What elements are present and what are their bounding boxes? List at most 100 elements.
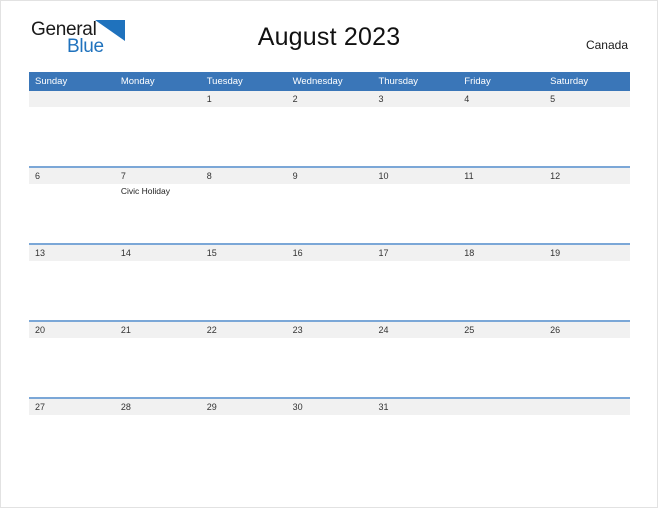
day-number[interactable]: 4 (458, 91, 544, 107)
day-cell[interactable] (458, 184, 544, 241)
day-number[interactable]: 18 (458, 245, 544, 261)
day-number[interactable]: 31 (372, 399, 458, 415)
day-cell[interactable] (287, 415, 373, 472)
day-cell[interactable] (372, 338, 458, 395)
day-cell[interactable] (201, 338, 287, 395)
day-number[interactable]: 29 (201, 399, 287, 415)
day-cell[interactable] (29, 338, 115, 395)
day-number[interactable]: 27 (29, 399, 115, 415)
country-label: Canada (585, 38, 628, 52)
calendar-week-row: 13 14 15 16 17 18 19 (29, 243, 630, 320)
day-event-band (29, 261, 630, 318)
day-cell[interactable] (372, 184, 458, 241)
day-number[interactable]: 10 (372, 168, 458, 184)
day-number[interactable]: 9 (287, 168, 373, 184)
weekday-header-sunday: Sunday (35, 76, 68, 87)
weekday-header-saturday: Saturday (550, 76, 589, 87)
day-cell (115, 107, 201, 164)
calendar-week-row: 20 21 22 23 24 25 26 (29, 320, 630, 397)
day-number[interactable]: 22 (201, 322, 287, 338)
day-number[interactable]: 5 (544, 91, 630, 107)
day-cell[interactable] (372, 415, 458, 472)
day-cell[interactable] (372, 107, 458, 164)
day-event-band: Civic Holiday (29, 184, 630, 241)
day-number-band: 13 14 15 16 17 18 19 (29, 245, 630, 261)
day-number-band: 27 28 29 30 31 (29, 399, 630, 415)
day-cell[interactable] (115, 415, 201, 472)
day-cell[interactable] (287, 184, 373, 241)
day-number[interactable]: 17 (372, 245, 458, 261)
day-number[interactable]: 11 (458, 168, 544, 184)
day-cell[interactable] (544, 261, 630, 318)
day-number[interactable]: 12 (544, 168, 630, 184)
day-event-label: Civic Holiday (120, 186, 170, 196)
day-number[interactable]: 19 (544, 245, 630, 261)
page-header: General Blue August 2023 Canada (1, 1, 657, 63)
weekday-header-monday: Monday (120, 76, 155, 87)
page-title: August 2023 (257, 23, 401, 51)
day-number[interactable]: 28 (115, 399, 201, 415)
day-number-empty (115, 91, 201, 107)
calendar-week-row: 12345 (29, 91, 630, 166)
day-number[interactable]: 8 (201, 168, 287, 184)
day-number[interactable]: 7 (115, 168, 201, 184)
calendar-page: General Blue August 2023 Canada Sunday Mo… (0, 0, 658, 508)
day-cell[interactable] (544, 338, 630, 395)
day-number[interactable]: 13 (29, 245, 115, 261)
day-cell[interactable] (458, 261, 544, 318)
day-cell[interactable] (29, 184, 115, 241)
day-event-band (29, 415, 630, 472)
day-cell (458, 415, 544, 472)
day-number[interactable]: 26 (544, 322, 630, 338)
day-number[interactable]: 15 (201, 245, 287, 261)
weekday-header-row: Sunday Monday Tuesday Wednesday Thursday Frid… (29, 72, 630, 91)
day-cell[interactable] (458, 338, 544, 395)
day-cell[interactable] (29, 261, 115, 318)
day-cell[interactable] (201, 107, 287, 164)
day-number[interactable]: 21 (115, 322, 201, 338)
day-number[interactable]: 30 (287, 399, 373, 415)
day-cell[interactable] (544, 107, 630, 164)
day-cell[interactable] (458, 107, 544, 164)
day-number[interactable]: 6 (29, 168, 115, 184)
day-number-band: 12345 (29, 91, 630, 107)
calendar-week-row: 27 28 29 30 31 (29, 397, 630, 474)
day-cell[interactable] (287, 107, 373, 164)
day-cell[interactable] (372, 261, 458, 318)
day-number[interactable]: 24 (372, 322, 458, 338)
day-cell[interactable] (201, 261, 287, 318)
day-cell[interactable] (115, 338, 201, 395)
day-number-band: 20 21 22 23 24 25 26 (29, 322, 630, 338)
day-cell[interactable] (29, 415, 115, 472)
day-cell (544, 415, 630, 472)
day-number[interactable]: 1 (201, 91, 287, 107)
day-number[interactable]: 25 (458, 322, 544, 338)
calendar-week-row: 6 7 8 9 10 11 12 Civic Holiday (29, 166, 630, 243)
day-number-band: 6 7 8 9 10 11 12 (29, 168, 630, 184)
day-number-empty (544, 399, 630, 415)
calendar-grid: Sunday Monday Tuesday Wednesday Thursday Frid… (29, 72, 630, 474)
weekday-header-thursday: Thursday (378, 76, 419, 87)
day-number-empty (29, 91, 115, 107)
day-number[interactable]: 16 (287, 245, 373, 261)
day-number-empty (458, 399, 544, 415)
weekday-header-tuesday: Tuesday (206, 76, 243, 87)
weekday-header-friday: Friday (464, 76, 491, 87)
day-number[interactable]: 20 (29, 322, 115, 338)
day-number[interactable]: 3 (372, 91, 458, 107)
calendar-weeks: 1 2 3 4 5 6 7 8 9 10 11 12 Civic Holiday 13 14 15 16 17 18… (29, 91, 630, 474)
day-event-band (29, 338, 630, 395)
day-cell[interactable]: Civic Holiday (115, 184, 201, 241)
day-number[interactable]: 14 (115, 245, 201, 261)
day-cell[interactable] (544, 184, 630, 241)
day-cell (29, 107, 115, 164)
day-cell[interactable] (115, 261, 201, 318)
day-number[interactable]: 23 (287, 322, 373, 338)
day-cell[interactable] (287, 338, 373, 395)
day-cell[interactable] (201, 184, 287, 241)
day-cell[interactable] (201, 415, 287, 472)
weekday-header-wednesday: Wednesday (292, 76, 343, 87)
day-number[interactable]: 2 (287, 91, 373, 107)
day-event-band (29, 107, 630, 164)
day-cell[interactable] (287, 261, 373, 318)
